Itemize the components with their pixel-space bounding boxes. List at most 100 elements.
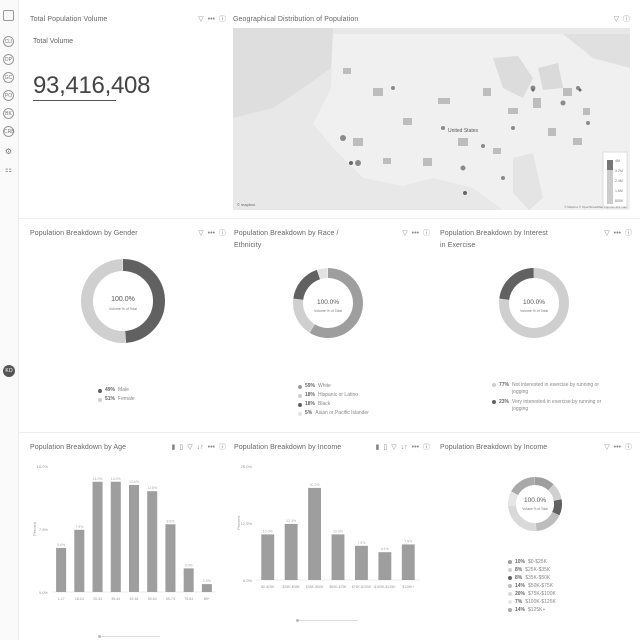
legend-item[interactable]: 8% $25K-$35K (508, 566, 556, 574)
bar-chart-icon[interactable]: ▮ (376, 442, 380, 454)
legend-item[interactable]: 59% White (298, 382, 369, 391)
bar[interactable] (261, 534, 275, 580)
filter-icon[interactable]: ▽ (198, 14, 203, 26)
bar[interactable] (308, 487, 322, 580)
filter-icon[interactable]: ▽ (604, 228, 609, 240)
donut-slice[interactable] (552, 499, 562, 516)
table-view-icon[interactable]: ▯ (383, 442, 387, 454)
bar[interactable] (354, 545, 368, 580)
legend-item[interactable]: 18% Hispanic or Latino (298, 391, 369, 400)
legend-item[interactable]: 49% Male (98, 386, 135, 395)
gender-donut[interactable]: 100.0% Volume % of Total (78, 256, 168, 346)
donut-center-label: Volume % of Total (520, 309, 548, 313)
donut-slice[interactable] (511, 477, 536, 496)
legend-item[interactable]: 7% $100K-$125K (508, 598, 556, 606)
donut-slice[interactable] (535, 511, 560, 531)
filter-icon[interactable]: ▽ (402, 228, 407, 240)
age-bar-chart[interactable]: 0.0% 7.5% 15.0% Percent 5.6% 1-17 7.9% 18-24 14.… (30, 458, 226, 628)
legend-item[interactable]: 14% $50K-$75K (508, 582, 556, 590)
rail-item-6[interactable]: CRB (3, 126, 15, 137)
bar[interactable] (284, 523, 298, 580)
more-icon[interactable]: ••• (208, 228, 215, 240)
more-icon[interactable]: ••• (412, 228, 419, 240)
rail-item-1[interactable]: CLI (3, 36, 14, 47)
bar[interactable] (378, 552, 392, 580)
bar-chart-icon[interactable]: ▮ (172, 442, 176, 454)
info-icon[interactable]: ⓘ (423, 228, 430, 240)
population-map[interactable]: United States 4M 3.2M 2.4M 1.6M 800K © m… (233, 28, 630, 210)
filter-icon[interactable]: ▽ (604, 442, 609, 454)
donut-slice[interactable] (534, 477, 554, 491)
sort-icon[interactable]: ↓↑ (197, 442, 204, 454)
info-icon[interactable]: ⓘ (625, 228, 632, 240)
exercise-donut[interactable]: 100.0% Volume % of Total (497, 266, 571, 340)
more-icon[interactable]: ••• (614, 442, 621, 454)
donut-slice[interactable] (293, 269, 321, 301)
info-icon[interactable]: ⓘ (219, 14, 226, 26)
scroll-handle[interactable] (296, 619, 299, 622)
donut-slice[interactable] (499, 268, 535, 301)
bar-value-label: 14.0% (93, 477, 103, 481)
donut-slice[interactable] (317, 268, 328, 280)
panel-tools: ▽ ••• ⓘ (402, 228, 430, 240)
bar[interactable] (331, 534, 345, 580)
rail-item-2[interactable]: DP (3, 54, 14, 65)
legend-item[interactable]: 18% Black (298, 400, 369, 409)
legend-item[interactable]: 77% Not interested in exercise by running… (492, 382, 610, 396)
legend-item[interactable]: 20% $75K-$100K (508, 590, 556, 598)
info-icon[interactable]: ⓘ (219, 442, 226, 454)
map-attribution[interactable]: © Mapbox © OpenStreetMap Improve this ma… (564, 205, 627, 209)
legend-label: $0-$25K (528, 559, 547, 565)
legend-item[interactable]: 14% $125K+ (508, 606, 556, 614)
bar[interactable] (74, 529, 85, 592)
legend-item[interactable]: 23% Very interested in exercise by runnin… (492, 399, 610, 413)
race-legend: 59% White 18% Hispanic or Latino 18% Black … (298, 382, 369, 418)
bar[interactable] (128, 484, 140, 592)
bar[interactable] (201, 584, 212, 592)
filter-icon[interactable]: ▽ (187, 442, 192, 454)
info-icon[interactable]: ⓘ (423, 442, 430, 454)
rail-item-3[interactable]: GC (3, 72, 14, 83)
info-icon[interactable]: ⓘ (219, 228, 226, 240)
bar[interactable] (110, 481, 121, 592)
scroll-handle[interactable] (98, 635, 101, 638)
table-view-icon[interactable]: ▯ (179, 442, 183, 454)
filter-icon[interactable]: ▽ (614, 14, 619, 26)
info-icon[interactable]: ⓘ (625, 442, 632, 454)
more-icon[interactable]: ••• (412, 442, 419, 454)
income-bar-chart[interactable]: 0.0% 12.5% 25.0% Percent 10.0% $0-$25K 12.3% $2… (234, 458, 430, 618)
legend-item[interactable]: 51% Female (98, 395, 135, 404)
bar[interactable] (183, 568, 194, 592)
legend-item[interactable]: 8% $35K-$50K (508, 574, 556, 582)
legend-item[interactable]: 10% $0-$25K (508, 558, 556, 566)
race-donut[interactable]: 100.0% Volume % of Total (291, 266, 365, 340)
rail-item-4[interactable]: PO (3, 90, 14, 101)
donut-slice[interactable] (548, 484, 562, 501)
info-icon[interactable]: ⓘ (623, 14, 630, 26)
legend-swatch (508, 568, 512, 572)
more-icon[interactable]: ••• (614, 228, 621, 240)
filter-icon[interactable]: ▽ (198, 228, 203, 240)
scroll-indicator[interactable] (100, 636, 160, 637)
bar[interactable] (56, 547, 67, 592)
legend-swatch (508, 600, 512, 604)
apps-icon[interactable]: ⚏ (3, 164, 14, 175)
sort-icon[interactable]: ↓↑ (401, 442, 408, 454)
filter-icon[interactable]: ▽ (391, 442, 396, 454)
legend-item[interactable]: 5% Asian or Pacific Islander (298, 409, 369, 418)
bar[interactable] (165, 524, 176, 592)
bar[interactable] (147, 491, 158, 592)
bar[interactable] (401, 544, 415, 580)
panel-tools: ▽ ••• ⓘ (198, 228, 226, 240)
home-icon[interactable] (3, 10, 14, 21)
donut-slice[interactable] (293, 298, 315, 333)
scroll-indicator[interactable] (298, 620, 358, 621)
settings-icon[interactable]: ⚙ (3, 146, 14, 157)
bar[interactable] (92, 481, 103, 592)
rail-item-5[interactable]: BK (3, 108, 14, 119)
user-avatar[interactable]: KO (3, 365, 15, 377)
more-icon[interactable]: ••• (208, 442, 215, 454)
income-donut[interactable]: 100.0% Volume % of Total (507, 466, 563, 542)
donut-slice[interactable] (508, 491, 519, 506)
more-icon[interactable]: ••• (208, 14, 215, 26)
